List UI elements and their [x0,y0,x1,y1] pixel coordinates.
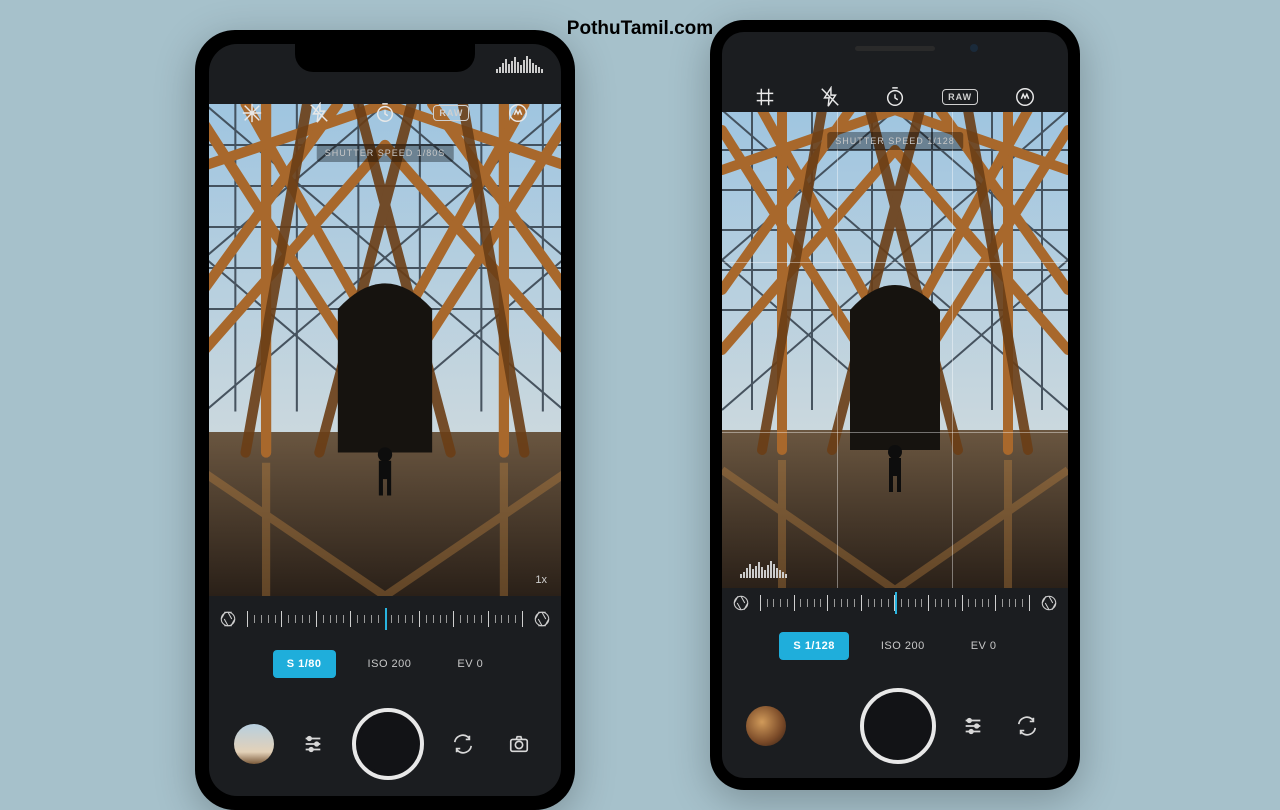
top-toolbar: RAW [209,88,561,138]
grid-toggle-icon[interactable] [745,77,785,117]
histogram-icon [496,56,543,73]
iso-pill[interactable]: ISO 200 [867,632,939,660]
pixel-screen: RAW SHUTTER SPEED 1/128 [722,32,1068,778]
exposure-settings-row: S 1/80 ISO 200 EV 0 [209,650,561,678]
iphone-device-frame: RAW SHUTTER SPEED 1/80S [195,30,575,810]
bottom-controls [209,691,561,796]
grid-toggle-icon[interactable] [232,93,272,133]
bottom-controls [722,673,1068,778]
adjustments-icon[interactable] [956,709,990,743]
pixel-speaker [855,46,935,51]
aperture-icon [732,594,750,612]
top-toolbar: RAW [722,72,1068,122]
adjustment-dial[interactable] [722,586,1068,620]
white-balance-icon[interactable] [498,93,538,133]
flash-off-icon[interactable] [810,77,850,117]
camera-switch-icon[interactable] [446,727,480,761]
aperture-icon [1040,594,1058,612]
raw-toggle[interactable]: RAW [940,77,980,117]
aperture-icon [533,610,551,628]
timer-icon[interactable] [365,93,405,133]
camera-viewfinder[interactable] [722,112,1068,588]
raw-toggle[interactable]: RAW [431,93,471,133]
pixel-device-frame: RAW SHUTTER SPEED 1/128 [710,20,1080,790]
dial-indicator [385,608,387,630]
flash-off-icon[interactable] [299,93,339,133]
adjustments-icon[interactable] [296,727,330,761]
camera-switch-icon[interactable] [1010,709,1044,743]
viewfinder-scene [209,104,561,596]
iphone-screen: RAW SHUTTER SPEED 1/80S [209,44,561,796]
aperture-icon [219,610,237,628]
shutter-speed-overlay: SHUTTER SPEED 1/80S [317,144,454,162]
grid-line [722,432,1068,433]
shutter-speed-pill[interactable]: S 1/128 [779,632,848,660]
ev-pill[interactable]: EV 0 [957,632,1011,660]
timer-icon[interactable] [875,77,915,117]
gallery-thumbnail[interactable] [234,724,274,764]
raw-label: RAW [942,89,978,105]
pixel-front-camera [970,44,978,52]
grid-line [722,262,1068,263]
viewfinder-scene [722,112,1068,588]
ev-pill[interactable]: EV 0 [443,650,497,678]
histogram-icon [740,561,787,578]
shutter-speed-pill[interactable]: S 1/80 [273,650,336,678]
exposure-settings-row: S 1/128 ISO 200 EV 0 [722,632,1068,660]
raw-label: RAW [433,105,469,121]
shutter-button[interactable] [860,688,936,764]
grid-line [952,112,953,588]
iphone-notch [295,44,475,72]
dial-indicator [895,592,897,614]
shutter-button[interactable] [352,708,424,780]
watermark-text: PothuTamil.com [567,18,713,40]
grid-line [837,112,838,588]
iso-pill[interactable]: ISO 200 [354,650,426,678]
white-balance-icon[interactable] [1005,77,1045,117]
camera-viewfinder[interactable] [209,104,561,596]
shutter-speed-overlay: SHUTTER SPEED 1/128 [827,132,963,150]
adjustment-dial[interactable] [209,602,561,636]
gallery-thumbnail[interactable] [746,706,786,746]
zoom-level-badge[interactable]: 1x [535,574,547,586]
camera-icon[interactable] [502,727,536,761]
